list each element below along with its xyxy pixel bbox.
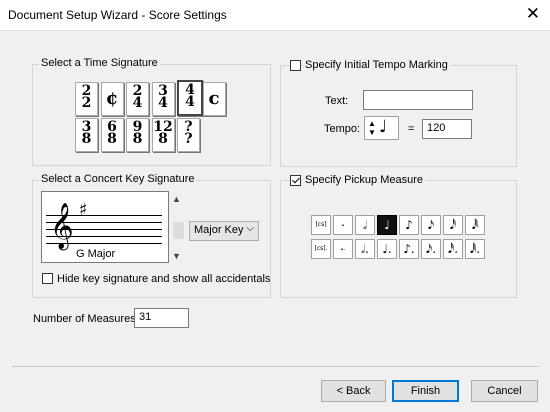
measures-input[interactable]: 31 <box>134 308 189 328</box>
time-signature-fraction: 12 8 <box>153 120 174 147</box>
sharp-icon: ♯ <box>79 200 88 220</box>
duration-button[interactable]: 𝅘𝅥𝅱. <box>465 239 485 259</box>
time-signature-button[interactable]: c <box>202 82 226 116</box>
time-signature-bottom: 4 <box>132 95 143 111</box>
scroll-up-icon[interactable]: ▲ <box>172 194 181 204</box>
duration-button[interactable]: [cs]. <box>311 239 331 259</box>
equals-sign: = <box>408 123 415 135</box>
duration-button[interactable]: ♩. <box>377 239 397 259</box>
time-signature-button[interactable]: ?? <box>177 118 200 152</box>
tempo-group-label: Specify Initial Tempo Marking <box>303 59 450 71</box>
duration-button[interactable]: ♪. <box>399 239 419 259</box>
time-signature-bottom: 8 <box>107 131 117 147</box>
duration-button[interactable]: 𝅘𝅥𝅰. <box>443 239 463 259</box>
duration-button[interactable]: 𝅘𝅥𝅱 <box>465 215 485 235</box>
time-signature-bottom: 8 <box>158 131 168 147</box>
time-signature-bottom: 4 <box>185 94 195 110</box>
cancel-button[interactable]: Cancel <box>471 380 538 402</box>
pickup-group-label: Specify Pickup Measure <box>303 174 425 186</box>
time-signature-button[interactable]: ¢ <box>100 82 124 116</box>
time-signature-symbol: ¢ <box>105 88 119 109</box>
time-signature-fraction: 24 <box>127 84 148 111</box>
hide-key-label: Hide key signature and show all accident… <box>57 273 271 285</box>
time-signature-fraction: ?? <box>178 120 199 147</box>
time-signature-button[interactable]: 38 <box>75 118 98 152</box>
tempo-input[interactable]: 120 <box>422 119 472 139</box>
time-signature-fraction: 22 <box>76 84 97 111</box>
title-bar: Document Setup Wizard - Score Settings ✕ <box>0 0 550 31</box>
time-signature-label: Select a Time Signature <box>39 57 160 69</box>
key-name: G Major <box>76 248 116 260</box>
duration-button[interactable]: 𝅘𝅥𝅯 <box>421 215 441 235</box>
time-signature-button[interactable]: 22 <box>75 82 98 116</box>
tempo-value-label: Tempo: <box>324 123 361 135</box>
time-signature-button[interactable]: 68 <box>100 118 124 152</box>
key-mode-select[interactable]: Major Key ⌵ <box>189 221 259 241</box>
tempo-checkbox[interactable] <box>290 60 301 71</box>
quarter-note-icon: ♩ <box>379 117 388 137</box>
duration-button[interactable]: 𝅘𝅥𝅰 <box>443 215 463 235</box>
time-signature-bottom: 4 <box>158 95 168 111</box>
concert-key-label: Select a Concert Key Signature <box>39 173 197 185</box>
treble-clef-icon: 𝄞 <box>50 203 74 249</box>
time-signature-fraction: 34 <box>153 84 174 111</box>
scroll-track[interactable] <box>173 222 184 239</box>
measures-label: Number of Measures: <box>33 313 139 325</box>
hide-key-checkbox[interactable] <box>42 273 53 284</box>
time-signature-symbol: c <box>208 88 220 109</box>
time-signature-fraction: 68 <box>102 120 123 147</box>
finish-button[interactable]: Finish <box>392 380 459 402</box>
time-signature-button[interactable]: 44 <box>177 80 203 116</box>
pickup-checkbox[interactable] <box>290 175 301 186</box>
time-signature-bottom: ? <box>184 131 193 147</box>
tempo-note-button[interactable]: ▲ ▼ ♩ <box>364 116 399 140</box>
duration-button[interactable]: 𝅗𝅥 <box>355 215 375 235</box>
duration-button[interactable]: [cs] <box>311 215 331 235</box>
duration-button[interactable]: 𝅗𝅥. <box>355 239 375 259</box>
window-title: Document Setup Wizard - Score Settings <box>8 8 227 22</box>
time-signature-button[interactable]: 12 8 <box>151 118 175 152</box>
time-signature-button[interactable]: 24 <box>126 82 149 116</box>
time-signature-bottom: 8 <box>81 131 92 147</box>
key-mode-value: Major Key <box>194 224 244 236</box>
close-icon[interactable]: ✕ <box>526 5 540 22</box>
duration-button[interactable]: ♩ <box>377 215 397 235</box>
time-signature-fraction: 98 <box>127 120 148 147</box>
time-signature-bottom: 8 <box>132 131 143 147</box>
duration-button[interactable]: 𝅝 <box>333 215 353 235</box>
time-signature-button[interactable]: 98 <box>126 118 149 152</box>
key-signature-preview[interactable]: 𝄞 ♯ G Major <box>41 191 169 263</box>
separator <box>12 366 539 367</box>
back-button[interactable]: < Back <box>321 380 386 402</box>
tempo-text-label: Text: <box>325 95 349 107</box>
time-signature-bottom: 2 <box>81 95 92 111</box>
spin-icon: ▲ ▼ <box>368 119 376 137</box>
duration-button[interactable]: 𝅘𝅥𝅯. <box>421 239 441 259</box>
chevron-down-icon: ⌵ <box>246 223 254 234</box>
time-signature-fraction: 44 <box>179 83 201 110</box>
time-signature-fraction: 38 <box>76 120 97 147</box>
time-signature-button[interactable]: 34 <box>151 82 175 116</box>
duration-button[interactable]: 𝅝. <box>333 239 353 259</box>
scroll-down-icon[interactable]: ▼ <box>172 251 181 261</box>
duration-button[interactable]: ♪ <box>399 215 419 235</box>
tempo-text-input[interactable] <box>363 90 473 110</box>
